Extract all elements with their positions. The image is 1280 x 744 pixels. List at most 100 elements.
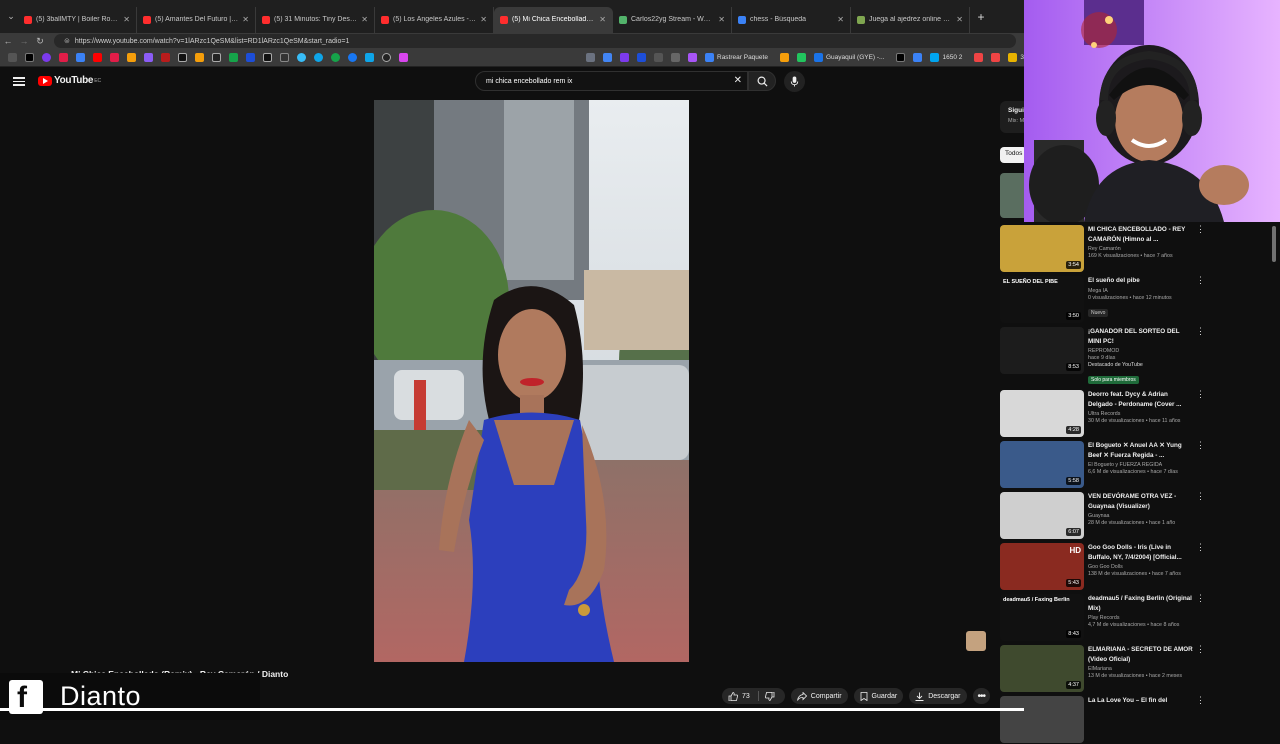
partial-thumbnail[interactable] bbox=[1000, 173, 1024, 218]
bookmark-1650[interactable]: 1650 2 bbox=[926, 53, 962, 62]
bookmark-icon[interactable] bbox=[620, 53, 629, 62]
more-vertical-icon[interactable]: ⋮ bbox=[1196, 390, 1205, 399]
channel-name[interactable]: Goo Goo Dolls bbox=[1088, 564, 1194, 570]
tab-close-icon[interactable]: ✕ bbox=[242, 15, 249, 24]
bookmark-icon[interactable] bbox=[76, 53, 85, 62]
video-thumbnail[interactable]: HD 5:43 bbox=[1000, 543, 1084, 590]
tab-close-icon[interactable]: ✕ bbox=[956, 15, 963, 24]
more-vertical-icon[interactable]: ⋮ bbox=[1196, 492, 1205, 501]
youtube-logo[interactable]: YouTube EC bbox=[38, 75, 101, 86]
bookmark-icon[interactable] bbox=[110, 53, 119, 62]
bookmark-icon[interactable] bbox=[161, 53, 170, 62]
channel-name[interactable]: El Bogueto y FUERZA REGIDA bbox=[1088, 462, 1194, 468]
site-info-icon[interactable]: ⊜ bbox=[64, 37, 70, 45]
bookmark-guayaquil[interactable]: Guayaquil (GYE) -... bbox=[810, 53, 884, 62]
forward-icon[interactable]: → bbox=[16, 36, 32, 46]
bookmark-icon[interactable] bbox=[263, 53, 272, 62]
browser-tab[interactable]: (5) Los Ángeles Azules - Nunc ✕ bbox=[375, 6, 494, 33]
download-button[interactable]: Descargar bbox=[909, 688, 967, 704]
browser-tab[interactable]: Juega al ajedrez online GRATIS - A ✕ bbox=[851, 6, 970, 33]
save-button[interactable]: Guardar bbox=[853, 688, 904, 704]
sidebar-scrollbar-thumb[interactable] bbox=[1272, 226, 1276, 262]
video-title[interactable]: ¡GANADOR DEL SORTEO DEL MINI PC! bbox=[1088, 327, 1194, 346]
search-input[interactable]: mi chica encebollado rem ix ✕ bbox=[475, 71, 748, 91]
bookmark-icon[interactable] bbox=[991, 53, 1001, 62]
tab-close-icon[interactable]: ✕ bbox=[123, 15, 130, 24]
tab-close-icon[interactable]: ✕ bbox=[837, 15, 844, 24]
video-title[interactable]: Goo Goo Dolls - Iris (Live in Buffalo, N… bbox=[1088, 543, 1194, 562]
recommendation-item[interactable]: 3:54 MI CHICA ENCEBOLLADO - REY CAMARÓN (… bbox=[1000, 225, 1210, 273]
sidebar-scrollbar-track[interactable] bbox=[1271, 222, 1277, 712]
video-thumbnail[interactable]: deadmau5 / Faxing Berlin 8:43 bbox=[1000, 594, 1084, 641]
browser-tab[interactable]: chess - Búsqueda ✕ bbox=[732, 6, 851, 33]
more-vertical-icon[interactable]: ⋮ bbox=[1196, 276, 1205, 285]
more-vertical-icon[interactable]: ⋮ bbox=[1196, 225, 1205, 234]
video-progress-bar[interactable] bbox=[0, 708, 1024, 711]
apps-icon[interactable] bbox=[8, 53, 17, 62]
reload-icon[interactable]: ↻ bbox=[32, 36, 48, 47]
bookmark-icon[interactable] bbox=[382, 53, 391, 62]
search-button[interactable] bbox=[748, 71, 776, 91]
recommendation-item[interactable]: 5:58 El Bogueto ✕ Anuel AA ✕ Yung Beef ✕ … bbox=[1000, 441, 1210, 489]
video-thumbnail[interactable]: 4:37 bbox=[1000, 645, 1084, 692]
more-vertical-icon[interactable]: ⋮ bbox=[1196, 441, 1205, 450]
more-vertical-icon[interactable]: ⋮ bbox=[1196, 696, 1205, 705]
browser-tab[interactable]: (5) Amantes Del Futuro | Boiler Ro ✕ bbox=[137, 6, 256, 33]
recommendation-item[interactable]: 8:53 ¡GANADOR DEL SORTEO DEL MINI PC! REPR… bbox=[1000, 327, 1210, 384]
video-thumbnail[interactable]: EL SUEÑO DEL PIBE 3:50 bbox=[1000, 276, 1084, 323]
facebook-bookmark-icon[interactable] bbox=[348, 53, 357, 62]
bookmark-icon[interactable] bbox=[314, 53, 323, 62]
video-title[interactable]: Deorro feat. Dycy & Adrian Delgado - Per… bbox=[1088, 390, 1194, 409]
back-icon[interactable]: ← bbox=[0, 36, 16, 46]
more-vertical-icon[interactable]: ⋮ bbox=[1196, 645, 1205, 654]
bookmark-icon[interactable] bbox=[331, 53, 340, 62]
recommendation-item[interactable]: 4:28 Deorro feat. Dycy & Adrian Delgado -… bbox=[1000, 390, 1210, 438]
channel-name[interactable]: Mega IA bbox=[1088, 288, 1194, 294]
video-title[interactable]: VEN DEVÓRAME OTRA VEZ - Guaynaa (Visuali… bbox=[1088, 492, 1194, 511]
twitch-bookmark-icon[interactable] bbox=[42, 53, 51, 62]
channel-name[interactable]: REPROMOD bbox=[1088, 348, 1194, 354]
bookmark-rastrear-paquete[interactable]: Rastrear Paquete bbox=[701, 53, 768, 62]
bookmark-icon[interactable] bbox=[913, 53, 923, 62]
url-bar[interactable]: ⊜ https://www.youtube.com/watch?v=1lARzc… bbox=[54, 34, 1016, 48]
tab-search-icon[interactable]: ⌄ bbox=[4, 11, 18, 22]
bookmark-icon[interactable] bbox=[974, 53, 984, 62]
bookmark-icon[interactable] bbox=[195, 53, 204, 62]
bookmark-icon[interactable] bbox=[603, 53, 612, 62]
bookmark-icon[interactable] bbox=[399, 53, 408, 62]
tab-close-icon[interactable]: ✕ bbox=[480, 15, 487, 24]
browser-tab[interactable]: (5) 3ballMTY | Boiler Room SYSTE✕ bbox=[18, 6, 137, 33]
video-thumbnail[interactable]: 5:58 bbox=[1000, 441, 1084, 488]
bookmark-icon[interactable] bbox=[246, 53, 255, 62]
video-title[interactable]: El sueño del pibe bbox=[1088, 276, 1194, 286]
like-button[interactable]: 73 bbox=[722, 688, 785, 704]
video-title[interactable]: La La Love You – El fin del bbox=[1088, 696, 1194, 706]
bookmark-icon[interactable] bbox=[586, 53, 595, 62]
new-tab-button[interactable]: + bbox=[974, 10, 988, 24]
recommendation-item[interactable]: HD 5:43 Goo Goo Dolls - Iris (Live in Buff… bbox=[1000, 543, 1210, 591]
video-thumbnail[interactable]: 8:53 bbox=[1000, 327, 1084, 374]
bookmark-icon[interactable] bbox=[280, 53, 289, 62]
recommendation-item[interactable]: La La Love You – El fin del ⋮ bbox=[1000, 696, 1210, 744]
tab-close-icon[interactable]: ✕ bbox=[718, 15, 725, 24]
video-title[interactable]: ELMARIANA - SECRETO DE AMOR (Video Ofici… bbox=[1088, 645, 1194, 664]
video-title[interactable]: MI CHICA ENCEBOLLADO - REY CAMARÓN (Himn… bbox=[1088, 225, 1194, 244]
bookmark-icon[interactable] bbox=[212, 53, 221, 62]
recommendation-item[interactable]: EL SUEÑO DEL PIBE 3:50 El sueño del pibe Me… bbox=[1000, 276, 1210, 324]
bookmark-icon[interactable] bbox=[144, 53, 153, 62]
tab-close-icon[interactable]: ✕ bbox=[361, 15, 368, 24]
recommendation-item[interactable]: deadmau5 / Faxing Berlin 8:43 deadmau5 / F… bbox=[1000, 594, 1210, 642]
voice-search-button[interactable] bbox=[784, 71, 805, 92]
channel-name[interactable]: Rey Camarón bbox=[1088, 246, 1194, 252]
bookmark-icon[interactable] bbox=[688, 53, 697, 62]
hamburger-menu-icon[interactable] bbox=[13, 75, 25, 87]
bookmark-icon[interactable] bbox=[127, 53, 136, 62]
video-title[interactable]: El Bogueto ✕ Anuel AA ✕ Yung Beef ✕ Fuer… bbox=[1088, 441, 1194, 460]
video-title[interactable]: deadmau5 / Faxing Berlin (Original Mix) bbox=[1088, 594, 1194, 613]
video-thumbnail[interactable]: 6:07 bbox=[1000, 492, 1084, 539]
video-thumbnail[interactable]: 4:28 bbox=[1000, 390, 1084, 437]
bookmark-icon[interactable] bbox=[671, 53, 680, 62]
more-vertical-icon[interactable]: ⋮ bbox=[1196, 594, 1205, 603]
channel-name[interactable]: ElMariana bbox=[1088, 666, 1194, 672]
bookmark-icon[interactable] bbox=[229, 53, 238, 62]
